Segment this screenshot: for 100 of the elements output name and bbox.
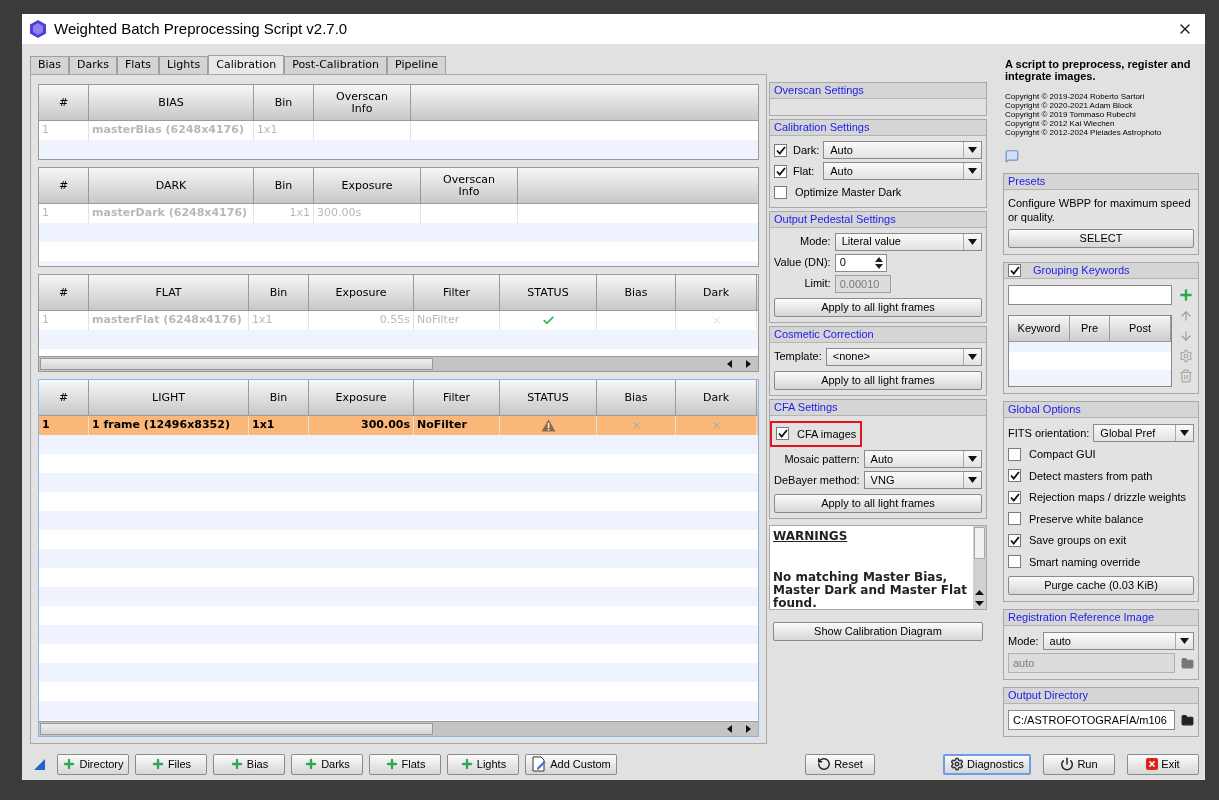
toolbar-button[interactable]: Lights <box>447 753 519 775</box>
toolbar-button[interactable]: Darks <box>291 753 363 775</box>
checkbox[interactable] <box>774 164 787 178</box>
column-header[interactable]: Post <box>1110 316 1171 342</box>
checkbox[interactable] <box>1008 490 1021 504</box>
column-header[interactable]: Exposure <box>309 380 414 416</box>
column-header[interactable]: LIGHT <box>89 380 249 416</box>
scroll-arrows-icon[interactable] <box>975 589 984 609</box>
checkbox-label: Detect masters from path <box>1029 468 1153 484</box>
checkbox[interactable] <box>1008 264 1021 277</box>
table-cell: 1 <box>42 312 49 329</box>
column-header[interactable] <box>518 168 758 204</box>
tab[interactable]: Calibration <box>208 55 285 74</box>
checkbox[interactable] <box>1008 533 1021 547</box>
checkbox[interactable] <box>776 427 789 441</box>
dropdown[interactable]: Auto <box>823 141 982 159</box>
column-header[interactable]: STATUS <box>500 275 597 311</box>
add-icon[interactable] <box>1178 287 1194 303</box>
toolbar-button[interactable]: Run <box>1043 753 1115 775</box>
warning-icon <box>540 419 556 432</box>
column-header[interactable] <box>411 85 758 121</box>
checkbox[interactable] <box>774 185 787 199</box>
group-title: Output Directory <box>1008 688 1089 704</box>
checkbox[interactable] <box>1008 447 1021 461</box>
column-header[interactable]: Bin <box>249 275 309 311</box>
column-header[interactable]: # <box>39 275 89 311</box>
action-button[interactable]: Apply to all light frames <box>774 370 982 390</box>
column-header[interactable]: FLAT <box>89 275 249 311</box>
tab[interactable]: Pipeline <box>387 56 447 74</box>
action-button[interactable]: Apply to all light frames <box>774 494 982 513</box>
tab[interactable]: Flats <box>116 56 160 74</box>
description-text: Configure WBPP for maximum speed or quality. <box>1008 196 1192 224</box>
field-label: Mode: <box>799 234 831 250</box>
horizontal-scrollbar[interactable] <box>39 356 758 371</box>
column-header[interactable]: Bin <box>254 85 314 121</box>
dropdown[interactable]: Auto <box>863 450 982 468</box>
dropdown[interactable]: auto <box>1042 632 1194 650</box>
toolbar-button[interactable]: Flats <box>369 753 441 775</box>
checkbox[interactable] <box>1008 555 1021 569</box>
column-header[interactable]: # <box>39 168 89 204</box>
toolbar-button[interactable]: Bias <box>213 753 285 775</box>
toolbar-button[interactable]: Diagnostics <box>943 753 1031 775</box>
column-header[interactable]: Filter <box>414 380 500 416</box>
tab[interactable]: Lights <box>159 56 209 74</box>
field-label: Mosaic pattern: <box>783 451 860 467</box>
dropdown[interactable]: Literal value <box>834 232 982 251</box>
checkbox[interactable] <box>1008 469 1021 483</box>
column-header[interactable]: Bias <box>597 380 676 416</box>
comment-icon[interactable] <box>1005 149 1019 163</box>
column-header[interactable]: Dark <box>676 380 757 416</box>
horizontal-scrollbar[interactable] <box>39 721 758 736</box>
dropdown[interactable]: <none> <box>825 347 982 366</box>
column-header[interactable]: Exposure <box>309 275 414 311</box>
checkbox-label: Rejection maps / drizzle weights <box>1029 490 1187 505</box>
toolbar-button[interactable]: Files <box>135 753 207 775</box>
column-header[interactable]: # <box>39 85 89 121</box>
caret-icon <box>968 147 977 153</box>
vertical-scrollbar[interactable] <box>973 526 986 609</box>
toolbar-button[interactable]: Add Custom <box>525 753 617 775</box>
folder-icon[interactable] <box>1181 713 1194 727</box>
table-row[interactable]: 1 1 frame (12496x8352) 1x1 300.00s NoFilter <box>39 416 758 435</box>
diagram-button[interactable]: Show Calibration Diagram <box>773 622 983 641</box>
power-icon <box>1060 757 1075 771</box>
app-logo-icon <box>30 20 46 38</box>
toolbar-button[interactable]: Directory <box>57 753 129 775</box>
column-header[interactable]: Overscan Info <box>314 85 411 121</box>
tab[interactable]: Post-Calibration <box>284 56 387 74</box>
spin-box[interactable]: 0 <box>834 253 887 272</box>
column-header[interactable]: Overscan Info <box>421 168 518 204</box>
dropdown[interactable]: Auto <box>823 162 982 180</box>
column-header[interactable]: Dark <box>676 275 757 311</box>
action-button[interactable]: SELECT <box>1008 229 1194 248</box>
checkbox[interactable] <box>1008 512 1021 526</box>
dropdown[interactable]: Global Pref <box>1093 424 1194 442</box>
field-label: Mode: <box>1008 633 1039 649</box>
column-header[interactable]: STATUS <box>500 380 597 416</box>
column-header[interactable]: Filter <box>414 275 500 311</box>
tab[interactable]: Darks <box>69 56 117 74</box>
column-header[interactable]: DARK <box>89 168 254 204</box>
column-header[interactable]: # <box>39 380 89 416</box>
column-header[interactable]: Bin <box>249 380 309 416</box>
spin-arrows-icon[interactable] <box>873 255 884 270</box>
table-cell: 300.00s <box>317 205 362 222</box>
tab[interactable]: Bias <box>30 56 70 74</box>
dropdown[interactable]: VNG <box>863 471 982 489</box>
column-header[interactable]: Pre <box>1070 316 1110 342</box>
column-header[interactable]: Bias <box>597 275 676 311</box>
corner-triangle-icon <box>34 758 45 770</box>
script-description: A script to preprocess, register and integrate images. <box>1004 58 1192 82</box>
column-header[interactable]: Exposure <box>314 168 421 204</box>
column-header[interactable]: Bin <box>254 168 314 204</box>
action-button[interactable]: Purge cache (0.03 KiB) <box>1008 576 1194 595</box>
toolbar-button[interactable]: Exit <box>1127 753 1199 775</box>
path-field[interactable]: C:/ASTROFOTOGRAFÍA/m106 <box>1008 710 1175 730</box>
checkbox[interactable] <box>774 143 787 157</box>
column-header[interactable]: Keyword <box>1009 316 1070 342</box>
toolbar-button[interactable]: Reset <box>805 753 875 775</box>
column-header[interactable]: BIAS <box>89 85 254 121</box>
action-button[interactable]: Apply to all light frames <box>774 297 982 317</box>
keyword-field[interactable] <box>1008 285 1172 305</box>
